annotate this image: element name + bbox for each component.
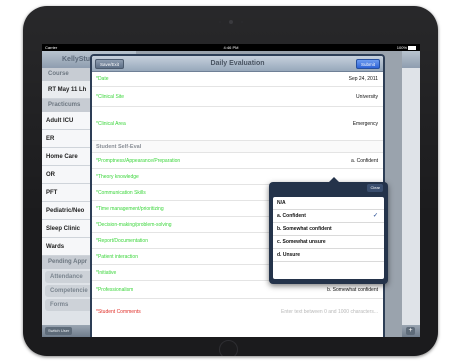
self-eval-row[interactable]: *Promptness/Appearance/Preparation a. Co…: [92, 153, 383, 169]
rating-option-label: b. Somewhat confident: [277, 226, 332, 232]
comments-placeholder[interactable]: Enter text between 0 and 1000 characters…: [281, 299, 378, 325]
status-bar: Carrier 4:46 PM 100%: [42, 44, 420, 51]
student-comments-row[interactable]: *Student Comments Enter text between 0 a…: [92, 299, 383, 325]
field-label: *Decision-making/problem-solving: [96, 222, 172, 228]
field-label: *Professionalism: [96, 287, 134, 293]
home-button[interactable]: [219, 340, 238, 356]
field-label: *Time management/prioritizing: [96, 206, 164, 212]
battery-icon: [408, 45, 416, 50]
submit-button[interactable]: Submit: [355, 59, 380, 69]
field-label: *Report/Documentation: [96, 238, 148, 244]
rating-option-label: a. Confident: [277, 213, 306, 219]
sensor: [219, 21, 221, 23]
rating-popover: Clear N/A a. Confident ✓ b. Somewhat conf…: [269, 177, 388, 284]
popover-arrow: [329, 177, 339, 182]
detail-nav-bar: [402, 51, 420, 68]
sheet-title: Daily Evaluation: [210, 60, 265, 67]
rating-option-label: d. Unsure: [277, 252, 301, 258]
rating-options-list: N/A a. Confident ✓ b. Somewhat confident …: [273, 197, 384, 279]
field-label: *Promptness/Appearance/Preparation: [96, 158, 181, 164]
rating-option[interactable]: c. Somewhat unsure: [273, 236, 384, 249]
section-header: Student Self-Eval: [92, 141, 383, 153]
sensor: [241, 21, 243, 23]
clear-button[interactable]: Clear: [367, 184, 383, 192]
form-row-clinical-area[interactable]: *Clinical Area Emergency: [92, 107, 383, 141]
battery-percent: 100%: [396, 45, 407, 50]
rating-option-label: c. Somewhat unsure: [277, 239, 326, 245]
screen: Carrier 4:46 PM 100% KellyStud Course RT…: [42, 44, 420, 337]
camera: [229, 20, 233, 24]
detail-panel-edge: +: [402, 51, 420, 337]
rating-option-label: N/A: [277, 200, 286, 206]
field-label: *Date: [96, 76, 109, 82]
add-icon[interactable]: +: [406, 327, 415, 335]
checkmark-icon: ✓: [372, 213, 378, 219]
field-value: Emergency: [352, 121, 378, 127]
switch-user-button[interactable]: Switch User: [45, 327, 73, 335]
rating-option[interactable]: a. Confident ✓: [273, 210, 384, 223]
field-label: *Patient interaction: [96, 254, 138, 260]
field-value: University: [356, 94, 378, 100]
battery-indicator: 100%: [397, 44, 416, 51]
status-time: 4:46 PM: [223, 45, 239, 50]
field-label: *Clinical Site: [96, 94, 125, 100]
rating-option[interactable]: b. Somewhat confident: [273, 223, 384, 236]
detail-toolbar: +: [402, 325, 420, 337]
rating-option[interactable]: d. Unsure: [273, 249, 384, 262]
field-label: *Student Comments: [96, 309, 141, 315]
field-value: a. Confident: [351, 158, 378, 164]
field-label: *Initiative: [96, 270, 117, 276]
field-value: Sep 24, 2011: [348, 76, 378, 82]
field-label: *Theory knowledge: [96, 174, 139, 180]
form-row-date[interactable]: *Date Sep 24, 2011: [92, 72, 383, 87]
field-label: *Communication Skills: [96, 190, 146, 196]
rating-option[interactable]: N/A: [273, 197, 384, 210]
sheet-nav-bar: Save/Exit Daily Evaluation Submit: [92, 56, 383, 72]
ipad-device: Carrier 4:46 PM 100% KellyStud Course RT…: [23, 6, 438, 356]
form-row-clinical-site[interactable]: *Clinical Site University: [92, 87, 383, 107]
field-label: *Clinical Area: [96, 121, 126, 127]
